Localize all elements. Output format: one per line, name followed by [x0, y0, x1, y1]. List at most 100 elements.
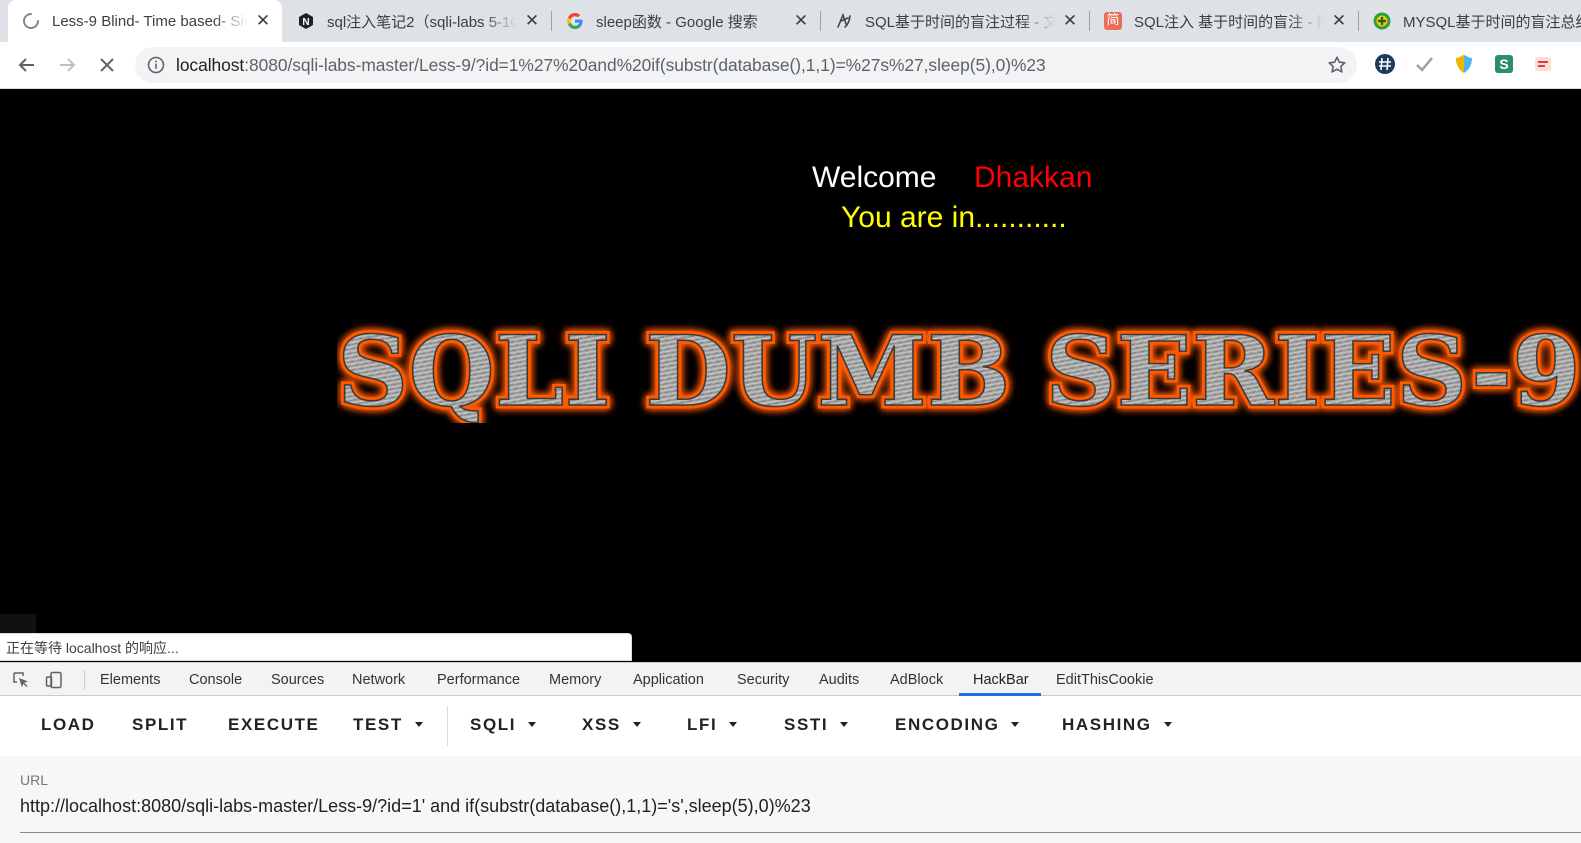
green-plus-icon [1373, 12, 1391, 30]
jianshu-glyph: 简 [1106, 13, 1120, 28]
inspect-element-icon[interactable] [12, 671, 30, 689]
devtools-tab-hackbar[interactable]: HackBar [973, 663, 1029, 696]
svg-text:SQLI DUMB SERIES-9: SQLI DUMB SERIES-9 [337, 323, 1581, 423]
tab-sql-notes[interactable]: N sql注入笔记2（sqli-labs 5-10） ✕ [283, 0, 551, 42]
devtools-tab-audits[interactable]: Audits [819, 663, 859, 696]
button-label: ENCODING [895, 715, 1000, 734]
tab-strip: Less-9 Blind- Time based- Single Quotes-… [0, 0, 1581, 42]
devtools-tab-performance[interactable]: Performance [437, 663, 520, 696]
button-label: SSTI [784, 715, 829, 734]
stop-button[interactable] [93, 51, 121, 79]
button-label: TEST [353, 715, 403, 734]
info-icon[interactable] [147, 56, 165, 74]
tab-title: sleep函数 - Google 搜索 [596, 13, 758, 31]
caret-down-icon [729, 722, 738, 727]
devtools-tab-bar: Elements Console Sources Network Perform… [0, 662, 1581, 696]
forward-button[interactable] [53, 51, 81, 79]
devtools-tab-editthiscookie[interactable]: EditThisCookie [1056, 663, 1154, 696]
hackbar-encoding-dropdown[interactable]: ENCODING [895, 715, 1020, 735]
hackbar-lfi-dropdown[interactable]: LFI [687, 715, 738, 735]
devtools-tab-elements[interactable]: Elements [100, 663, 160, 696]
checkmark-extension-icon[interactable] [1413, 53, 1435, 75]
hackbar-toolbar: LOAD SPLIT EXECUTE TEST SQLI XSS LFI SST… [0, 696, 1581, 756]
close-icon[interactable]: ✕ [523, 11, 541, 31]
close-icon[interactable]: ✕ [792, 11, 810, 31]
close-icon[interactable]: ✕ [1061, 11, 1079, 31]
caret-down-icon [632, 722, 641, 727]
bookmark-star-icon[interactable] [1327, 55, 1347, 75]
button-label: EXECUTE [228, 715, 320, 734]
status-bubble: 正在等待 localhost 的响应... [0, 633, 632, 661]
scribble-logo-icon [835, 12, 853, 30]
svg-text:S: S [1499, 56, 1508, 72]
google-g-icon [566, 12, 584, 30]
tab-less-9[interactable]: Less-9 Blind- Time based- Single Quotes-… [8, 0, 282, 42]
svg-text:N: N [302, 17, 309, 28]
banner-image: SQLI DUMB SERIES-9 SQLI DUMB SERIES-9 [337, 323, 1581, 423]
address-bar[interactable]: localhost:8080/sqli-labs-master/Less-9/?… [135, 47, 1357, 83]
tab-title: SQL基于时间的盲注过程 - 文章 [865, 13, 1055, 31]
address-host: localhost [176, 55, 245, 75]
loading-spinner-icon [22, 12, 40, 30]
page-corner-element [0, 614, 36, 634]
tab-google-search[interactable]: sleep函数 - Google 搜索 ✕ [552, 0, 820, 42]
hackbar-load-button[interactable]: LOAD [41, 715, 96, 735]
devtools-tab-sources[interactable]: Sources [271, 663, 324, 696]
device-toolbar-icon[interactable] [45, 671, 63, 689]
devtools-panel: Elements Console Sources Network Perform… [0, 662, 1581, 843]
url-field-value[interactable]: http://localhost:8080/sqli-labs-master/L… [20, 796, 811, 817]
login-status-text: You are in........... [841, 201, 1067, 234]
back-arrow-icon [18, 58, 34, 72]
devtools-tab-adblock[interactable]: AdBlock [890, 663, 943, 696]
tab-jianshu[interactable]: 简 SQL注入 基于时间的盲注 - 简书 ✕ [1090, 0, 1358, 42]
devtools-tab-application[interactable]: Application [633, 663, 704, 696]
button-label: XSS [582, 715, 621, 734]
devtools-tab-security[interactable]: Security [737, 663, 789, 696]
stop-x-icon [100, 58, 114, 72]
devtools-tab-memory[interactable]: Memory [549, 663, 601, 696]
caret-down-icon [1163, 722, 1172, 727]
url-field-underline [20, 832, 1581, 833]
address-path: :8080/sqli-labs-master/Less-9/?id=1%27%2… [244, 55, 1046, 75]
button-label: HASHING [1062, 715, 1152, 734]
tab-title: Less-9 Blind- Time based- Single Quotes-… [52, 12, 248, 30]
hackbar-url-field[interactable]: URL http://localhost:8080/sqli-labs-mast… [0, 756, 1581, 843]
notion-n-icon: N [297, 12, 315, 30]
tab-mysql-time-blind[interactable]: MYSQL基于时间的盲注总结 [1359, 0, 1581, 42]
devtools-tab-network[interactable]: Network [352, 663, 405, 696]
button-label: LOAD [41, 715, 96, 734]
tab-title: MYSQL基于时间的盲注总结 [1403, 13, 1581, 31]
forward-arrow-icon [60, 58, 76, 72]
button-label: SPLIT [132, 715, 189, 734]
hackbar-sqli-dropdown[interactable]: SQLI [470, 715, 537, 735]
back-button[interactable] [13, 51, 41, 79]
close-icon[interactable]: ✕ [254, 11, 272, 31]
caret-down-icon [840, 722, 849, 727]
user-name: Dhakkan [974, 161, 1093, 194]
pdf-extension-icon[interactable] [1532, 53, 1554, 75]
shield-extension-icon[interactable] [1453, 53, 1475, 75]
welcome-text: Welcome [812, 161, 937, 194]
caret-down-icon [528, 722, 537, 727]
page-viewport: Welcome Dhakkan You are in........... SQ… [0, 89, 1581, 662]
close-icon[interactable]: ✕ [1330, 11, 1348, 31]
devtools-separator [84, 670, 85, 690]
hash-extension-icon[interactable] [1374, 53, 1396, 75]
hackbar-xss-dropdown[interactable]: XSS [582, 715, 641, 735]
hackbar-split-button[interactable]: SPLIT [132, 715, 188, 735]
devtools-tab-console[interactable]: Console [189, 663, 242, 696]
hackbar-test-dropdown[interactable]: TEST [353, 715, 423, 735]
browser-toolbar: localhost:8080/sqli-labs-master/Less-9/?… [0, 42, 1581, 89]
tab-sql-time-blind[interactable]: SQL基于时间的盲注过程 - 文章 ✕ [821, 0, 1089, 42]
hackbar-execute-button[interactable]: EXECUTE [228, 715, 320, 735]
caret-down-icon [1011, 722, 1020, 727]
address-url[interactable]: localhost:8080/sqli-labs-master/Less-9/?… [176, 47, 1046, 83]
hackbar-ssti-dropdown[interactable]: SSTI [784, 715, 849, 735]
s-extension-icon[interactable]: S [1493, 53, 1515, 75]
jianshu-icon: 简 [1104, 12, 1122, 30]
tab-title: SQL注入 基于时间的盲注 - 简书 [1134, 13, 1324, 31]
button-label: LFI [687, 715, 718, 734]
hackbar-hashing-dropdown[interactable]: HASHING [1062, 715, 1172, 735]
hackbar-separator [447, 706, 448, 746]
caret-down-icon [414, 722, 423, 727]
